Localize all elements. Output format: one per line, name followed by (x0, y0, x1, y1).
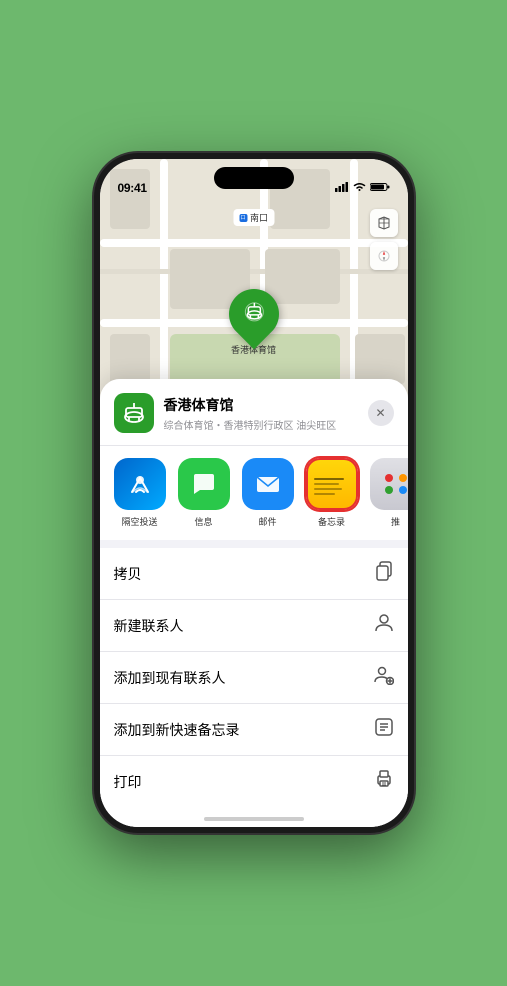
venue-description: 综合体育馆・香港特别行政区 油尖旺区 (164, 417, 358, 432)
messages-icon (178, 458, 230, 510)
mail-icon (242, 458, 294, 510)
print-label: 打印 (114, 772, 142, 792)
status-time: 09:41 (118, 181, 147, 195)
messages-label: 信息 (194, 515, 212, 528)
venue-header: 香港体育馆 综合体育馆・香港特别行政区 油尖旺区 ✕ (100, 379, 408, 446)
home-indicator (204, 817, 304, 821)
new-contact-icon (374, 613, 394, 638)
notes-label: 备忘录 (318, 515, 345, 528)
map-type-button[interactable] (370, 209, 398, 237)
menu-item-add-notes[interactable]: 添加到新快速备忘录 (100, 704, 408, 756)
share-row: 隔空投送 信息 (100, 446, 408, 548)
menu-item-print[interactable]: 打印 (100, 756, 408, 807)
menu-item-new-contact[interactable]: 新建联系人 (100, 600, 408, 652)
more-icon (370, 458, 408, 510)
menu-list: 拷贝 新建联系人 (100, 548, 408, 807)
map-south-entrance-label: 口 南口 (233, 209, 274, 226)
phone-frame: 09:41 (94, 153, 414, 833)
pin-inner-icon (243, 301, 265, 328)
map-label-text: 南口 (250, 211, 268, 224)
dynamic-island (214, 167, 294, 189)
share-item-more[interactable]: 推 (370, 458, 408, 528)
pin-circle (218, 279, 289, 350)
share-item-messages[interactable]: 信息 (178, 458, 230, 528)
share-item-notes[interactable]: 备忘录 (306, 458, 358, 528)
airdrop-label: 隔空投送 (121, 515, 157, 528)
map-label-icon: 口 (239, 214, 247, 222)
mail-label: 邮件 (258, 515, 276, 528)
menu-item-copy[interactable]: 拷贝 (100, 548, 408, 600)
notes-line-2 (314, 483, 339, 485)
notes-line-3 (314, 488, 343, 490)
new-contact-label: 新建联系人 (114, 616, 184, 636)
venue-icon (114, 393, 154, 433)
notes-line-1 (314, 478, 345, 480)
copy-icon (374, 561, 394, 586)
share-item-airdrop[interactable]: 隔空投送 (114, 458, 166, 528)
bottom-sheet: 香港体育馆 综合体育馆・香港特别行政区 油尖旺区 ✕ (100, 379, 408, 827)
add-notes-label: 添加到新快速备忘录 (114, 720, 240, 740)
wifi-icon (353, 182, 366, 195)
add-existing-icon (374, 665, 394, 690)
status-icons (335, 182, 390, 195)
add-existing-label: 添加到现有联系人 (114, 668, 226, 688)
signal-icon (335, 182, 349, 195)
battery-icon (370, 182, 390, 195)
copy-label: 拷贝 (114, 564, 142, 584)
print-icon (374, 769, 394, 794)
more-label: 推 (391, 515, 400, 528)
airdrop-icon (114, 458, 166, 510)
map-controls (370, 209, 398, 270)
notes-icon (306, 458, 358, 510)
location-pin: 香港体育馆 (229, 289, 279, 356)
add-notes-icon (374, 717, 394, 742)
close-button[interactable]: ✕ (368, 400, 394, 426)
notes-lines (308, 470, 356, 499)
venue-name: 香港体育馆 (164, 395, 358, 415)
map-compass-button[interactable] (370, 242, 398, 270)
menu-item-add-existing[interactable]: 添加到现有联系人 (100, 652, 408, 704)
phone-screen: 09:41 (100, 159, 408, 827)
share-item-mail[interactable]: 邮件 (242, 458, 294, 528)
venue-info: 香港体育馆 综合体育馆・香港特别行政区 油尖旺区 (164, 395, 358, 432)
notes-line-4 (314, 493, 336, 495)
